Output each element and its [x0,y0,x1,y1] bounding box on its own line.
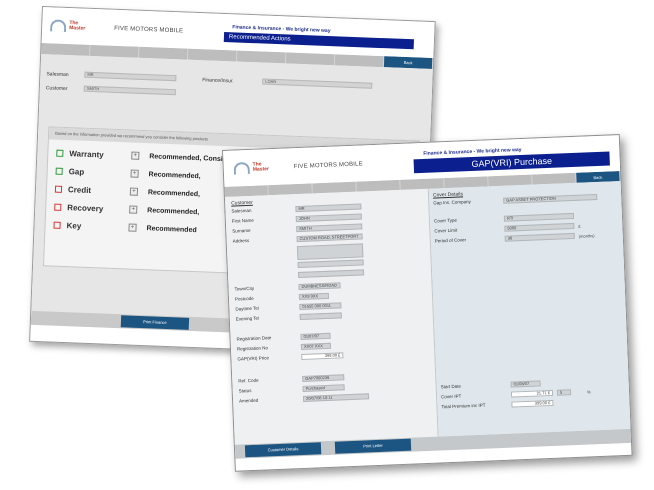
total-premium-field[interactable]: 399.00 £ [511,399,554,408]
address-label: Address [232,237,250,244]
cover-limit-unit: £ [578,223,581,229]
cover-limit-field[interactable]: 5000 [504,222,575,232]
evening-tel-label: Evening Tel [235,315,260,322]
recommendation-text: Recommended, [148,170,201,180]
cover-type-label: Cover Type [433,217,458,224]
reg-date-label: Registration Date [236,335,272,342]
start-date-field[interactable]: 01/08/07 [510,380,541,388]
recommendation-text: Recommended [146,224,197,234]
reg-no-label: Registration No [236,345,269,352]
brand-name: FIVE MOTORS MOBILE [114,25,184,35]
amended-field[interactable]: 20/07/08 10:11 [302,393,370,402]
header-bar: Recommended Actions [223,32,414,50]
product-row: Recovery + Recommended, [54,200,200,220]
surname-field[interactable]: SMITH [296,223,363,233]
warranty-checkbox[interactable] [56,149,64,157]
address-field-3[interactable] [297,259,364,269]
cover-ipt-percent-field[interactable]: 5 [556,389,572,396]
print-finance-button[interactable]: Print Finance [120,315,190,330]
expand-icon[interactable]: + [129,187,139,196]
customer-label: Customer [45,85,68,93]
product-row: Credit + Recommended, [54,182,201,202]
logo-bottom-text: Master [69,25,86,32]
house-logo-icon [233,161,250,175]
product-row: Gap + Recommended, [55,164,201,184]
town-field[interactable]: DUMBNESS/ROAD [298,282,341,291]
customer-details-button[interactable]: Customer Details [244,442,322,458]
front-window: The Master FIVE MOTORS MOBILE Finance & … [222,134,633,472]
salesman-label: Salesman [46,71,69,79]
gap-checkbox[interactable] [55,167,63,175]
cover-section: Cover Details Gap Ins. Company GAP ASSET… [428,180,633,437]
percent-unit: % [586,389,591,395]
price-label: GAP(VRI) Price [237,355,269,362]
key-checkbox[interactable] [53,221,61,229]
product-row: Key + Recommended [53,218,197,237]
postcode-field[interactable]: XX9 9XX [298,292,330,301]
customer-section: Customer Salesman MR First Name JOHN Sur… [224,188,439,445]
ref-code-field[interactable]: GAP7000236 [302,374,345,382]
start-date-label: Start Date [440,383,462,390]
address-field-4[interactable] [297,269,365,279]
salesman-field[interactable]: MR [295,203,362,213]
ins-company-field[interactable]: GAP ASSET PROTECTION [503,193,598,204]
print-letter-button[interactable]: Print Letter [334,438,412,454]
product-name: Credit [67,184,92,195]
house-logo-icon [50,19,67,32]
expand-icon[interactable]: + [128,223,137,232]
product-name: Warranty [69,148,104,159]
expand-icon[interactable]: + [130,169,139,178]
price-field[interactable]: 399.00 £ [301,352,344,360]
product-name: Gap [68,166,85,177]
ref-code-label: Ref. Code [238,377,259,384]
expand-icon[interactable]: + [131,151,140,160]
address-field-2[interactable] [296,243,364,261]
surname-label: Surname [232,227,251,234]
status-field[interactable]: Purchased [302,384,345,392]
cover-limit-label: Cover Limit [434,227,458,234]
customer-field[interactable]: SMITH [83,85,176,96]
customer-title: Customer [231,199,253,207]
daytime-tel-field[interactable]: 01555 000 0011 [299,302,342,311]
period-field[interactable]: 36 [504,232,575,242]
recovery-checkbox[interactable] [54,203,62,211]
product-name: Key [66,220,82,231]
recommendation-text: Recommended, [147,206,200,216]
salesman-label: Salesman [231,207,252,214]
town-label: Town/City [234,285,255,292]
cover-type-field[interactable]: RTI [503,212,575,222]
reg-no-field[interactable]: XX07 XXX [300,342,332,350]
status-label: Status [238,388,252,394]
period-label: Period of Cover [434,237,467,244]
cover-ipt-label: Cover IPT [440,393,462,400]
product-name: Recovery [67,202,104,213]
brand-name: FIVE MOTORS MOBILE [293,161,363,171]
evening-tel-field[interactable] [299,312,342,321]
recommendation-text: Recommended, [147,188,201,198]
cover-ipt-field[interactable]: 21.71 £ [510,389,554,398]
period-unit: (months) [578,233,595,239]
credit-checkbox[interactable] [54,185,63,193]
expand-icon[interactable]: + [129,205,138,214]
daytime-tel-label: Daytime Tel [235,305,259,312]
first-name-field[interactable]: JOHN [295,213,362,223]
address-field[interactable]: CUSTOM ROAD, STREETPORT [296,233,363,243]
front-body: Customer Salesman MR First Name JOHN Sur… [224,180,633,465]
reg-date-field[interactable]: 01/07/07 [300,332,331,340]
amended-label: Amended [238,397,259,404]
finance-field[interactable]: LOAN [262,78,373,89]
ins-company-label: Gap Ins. Company [433,199,471,206]
postcode-label: Postcode [234,295,254,302]
total-premium-label: Total Premium inc IPT [441,402,486,410]
logo-bottom-text: Master [252,166,270,173]
first-name-label: First Name [231,217,254,224]
salesman-field[interactable]: MR [84,71,177,82]
finance-label: Finance/Insur. [202,77,234,85]
cover-title: Cover Details [432,191,464,199]
